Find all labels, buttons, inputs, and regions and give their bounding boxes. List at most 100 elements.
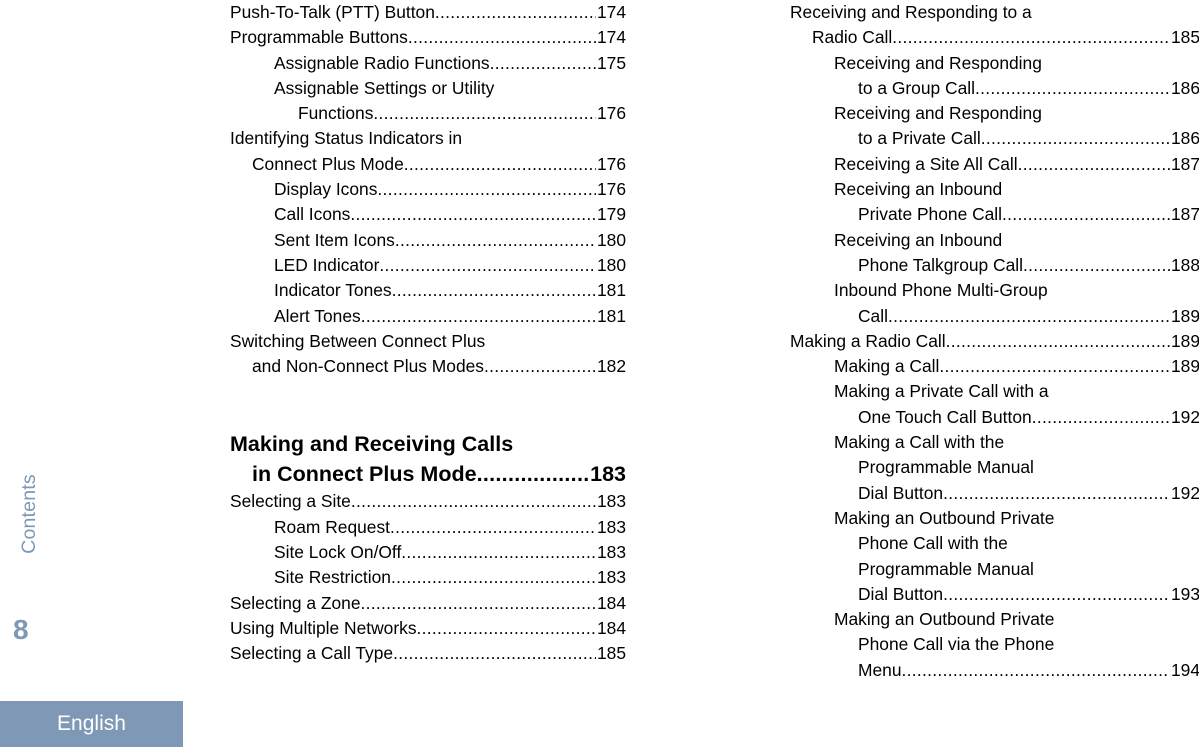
toc-section-heading[interactable]: Making and Receiving Calls in Connect Plu… bbox=[230, 429, 626, 489]
toc-entry[interactable]: Identifying Status Indicators in Connect … bbox=[230, 126, 626, 177]
toc-dot-leader: ........................................… bbox=[943, 482, 1170, 503]
toc-entry-title: Phone Call with the bbox=[858, 533, 1008, 554]
toc-entry-title: LED Indicator bbox=[274, 254, 380, 275]
toc-entry[interactable]: Making a Call with the Programmable Manua… bbox=[790, 430, 1199, 506]
toc-entry[interactable]: Receiving and Responding to a Group Call.… bbox=[790, 51, 1199, 102]
toc-line-terminal: Site Lock On/Off........................… bbox=[230, 540, 626, 565]
toc-entry[interactable]: Selecting a Site........................… bbox=[230, 489, 626, 514]
toc-entry-title: Receiving a Site All Call bbox=[834, 153, 1018, 174]
toc-entry-title: Call bbox=[858, 305, 888, 326]
toc-dot-leader: ........................................… bbox=[416, 617, 596, 638]
toc-entry[interactable]: Call Icons..............................… bbox=[230, 202, 626, 227]
toc-line-continuation: Phone Call with the bbox=[790, 531, 1199, 556]
toc-entry[interactable]: Alert Tones.............................… bbox=[230, 304, 626, 329]
toc-entry[interactable]: Making an Outbound Private Phone Call via… bbox=[790, 607, 1199, 683]
toc-entry[interactable]: Receiving and Responding to a Radio Call.… bbox=[790, 0, 1199, 51]
toc-line-terminal: Roam Request............................… bbox=[230, 515, 626, 540]
toc-line-terminal: Menu....................................… bbox=[790, 658, 1199, 683]
toc-line-terminal: Selecting a Zone........................… bbox=[230, 591, 626, 616]
toc-page-number: 182 bbox=[596, 356, 626, 377]
toc-entry[interactable]: Sent Item Icons ........................… bbox=[230, 228, 626, 253]
toc-entry-title: Indicator Tones bbox=[274, 280, 392, 301]
toc-entry-title: Making and Receiving Calls bbox=[230, 432, 514, 457]
toc-line-terminal: Connect Plus Mode.......................… bbox=[230, 152, 626, 177]
toc-line-terminal: and Non-Connect Plus Modes..............… bbox=[230, 354, 626, 379]
toc-entry-title: Functions bbox=[298, 103, 374, 124]
toc-page-number: 180 bbox=[596, 254, 626, 275]
toc-line-terminal: Phone Talkgroup Call....................… bbox=[790, 253, 1199, 278]
toc-entry-title: Making a Radio Call bbox=[790, 330, 946, 351]
toc-line-continuation: Making a Call with the bbox=[790, 430, 1199, 455]
toc-entry-title: Programmable Manual bbox=[858, 558, 1034, 579]
toc-entry-title: Private Phone Call bbox=[858, 204, 1003, 225]
toc-entry[interactable]: Making a Call ..........................… bbox=[790, 354, 1199, 379]
toc-dot-leader: ........................................… bbox=[1002, 204, 1170, 225]
toc-entry[interactable]: Display Icons...........................… bbox=[230, 177, 626, 202]
toc-entry-title: Radio Call bbox=[812, 27, 893, 48]
toc-entry[interactable]: Using Multiple Networks.................… bbox=[230, 616, 626, 641]
toc-entry-title: Call Icons bbox=[274, 204, 351, 225]
toc-dot-leader: ........................................… bbox=[945, 330, 1170, 351]
toc-entry[interactable]: Receiving an Inbound Private Phone Call..… bbox=[790, 177, 1199, 228]
toc-entry-title: Programmable Manual bbox=[858, 457, 1034, 478]
toc-entry[interactable]: Push-To-Talk (PTT) Button...............… bbox=[230, 0, 626, 25]
toc-entry[interactable]: Inbound Phone Multi-Group Call...........… bbox=[790, 278, 1199, 329]
toc-entry-title: Menu bbox=[858, 659, 902, 680]
toc-line-continuation: Programmable Manual bbox=[790, 557, 1199, 582]
toc-entry-title: Receiving an Inbound bbox=[834, 229, 1003, 250]
toc-dot-leader: ........................................… bbox=[476, 462, 590, 487]
toc-entry[interactable]: Indicator Tones.........................… bbox=[230, 278, 626, 303]
toc-entry[interactable]: Assignable Radio Functions..............… bbox=[230, 51, 626, 76]
toc-page-number: 174 bbox=[596, 2, 626, 22]
contents-tab-label: Contents bbox=[18, 474, 40, 554]
toc-page-number: 189 bbox=[1170, 305, 1199, 326]
toc-page-number: 187 bbox=[1170, 153, 1199, 174]
toc-dot-leader: ........................................… bbox=[403, 153, 596, 174]
toc-line-continuation: Making an Outbound Private bbox=[790, 607, 1199, 632]
toc-entry[interactable]: LED Indicator...........................… bbox=[230, 253, 626, 278]
toc-entry[interactable]: Making a Private Call with a One Touch Ca… bbox=[790, 379, 1199, 430]
toc-line-terminal: Sent Item Icons ........................… bbox=[230, 228, 626, 253]
toc-entry[interactable]: Making an Outbound Private Phone Call wit… bbox=[790, 506, 1199, 607]
toc-entry[interactable]: Receiving a Site All Call...............… bbox=[790, 152, 1199, 177]
toc-page-number: 192 bbox=[1170, 482, 1199, 503]
toc-entry[interactable]: Assignable Settings or Utility Functions.… bbox=[230, 76, 626, 127]
toc-dot-leader: ........................................… bbox=[974, 77, 1170, 98]
toc-line-terminal: One Touch Call Button...................… bbox=[790, 405, 1199, 430]
toc-entry-title: Making a Call bbox=[834, 356, 940, 377]
toc-entry[interactable]: Selecting a Zone........................… bbox=[230, 591, 626, 616]
toc-entry[interactable]: Receiving and Responding to a Private Cal… bbox=[790, 101, 1199, 152]
toc-entry[interactable]: Site Lock On/Off........................… bbox=[230, 540, 626, 565]
toc-line-continuation: Making a Private Call with a bbox=[790, 379, 1199, 404]
toc-line-terminal: Indicator Tones.........................… bbox=[230, 278, 626, 303]
toc-page-number: 174 bbox=[596, 27, 626, 48]
toc-entry[interactable]: Switching Between Connect Plus and Non-Co… bbox=[230, 329, 626, 380]
toc-line-terminal: Push-To-Talk (PTT) Button...............… bbox=[230, 0, 626, 25]
toc-page-number: 176 bbox=[596, 103, 626, 124]
toc-entry-title: Site Restriction bbox=[274, 567, 391, 588]
toc-page-number: 181 bbox=[596, 305, 626, 326]
toc-entry[interactable]: Selecting a Call Type...................… bbox=[230, 641, 626, 666]
toc-dot-leader: ........................................… bbox=[379, 254, 596, 275]
toc-entry[interactable]: Programmable Buttons....................… bbox=[230, 25, 626, 50]
toc-line-continuation: Making and Receiving Calls bbox=[230, 429, 626, 459]
toc-line-terminal: Dial Button.............................… bbox=[790, 481, 1199, 506]
toc-entry[interactable]: Site Restriction........................… bbox=[230, 565, 626, 590]
toc-entry[interactable]: Making a Radio Call.....................… bbox=[790, 329, 1199, 354]
toc-page-number: 184 bbox=[596, 592, 626, 613]
toc-line-terminal: Radio Call..............................… bbox=[790, 25, 1199, 50]
toc-dot-leader: ........................................… bbox=[377, 179, 596, 200]
toc-entry-title: Selecting a Call Type bbox=[230, 643, 394, 664]
toc-entry[interactable]: Receiving an Inbound Phone Talkgroup Call… bbox=[790, 228, 1199, 279]
toc-dot-leader: ........................................… bbox=[360, 305, 596, 326]
toc-line-continuation: Identifying Status Indicators in bbox=[230, 126, 626, 151]
contents-sidebar: Contents 8 English bbox=[0, 0, 183, 747]
toc-page-number: 185 bbox=[1170, 27, 1199, 48]
toc-line-terminal: to a Group Call.........................… bbox=[790, 76, 1199, 101]
toc-line-terminal: Selecting a Site........................… bbox=[230, 489, 626, 514]
language-bar: English bbox=[0, 701, 183, 747]
toc-line-continuation: Receiving and Responding to a bbox=[790, 0, 1199, 25]
toc-dot-leader: ........................................… bbox=[393, 643, 596, 664]
toc-page-number: 183 bbox=[590, 462, 626, 487]
toc-entry[interactable]: Roam Request............................… bbox=[230, 515, 626, 540]
